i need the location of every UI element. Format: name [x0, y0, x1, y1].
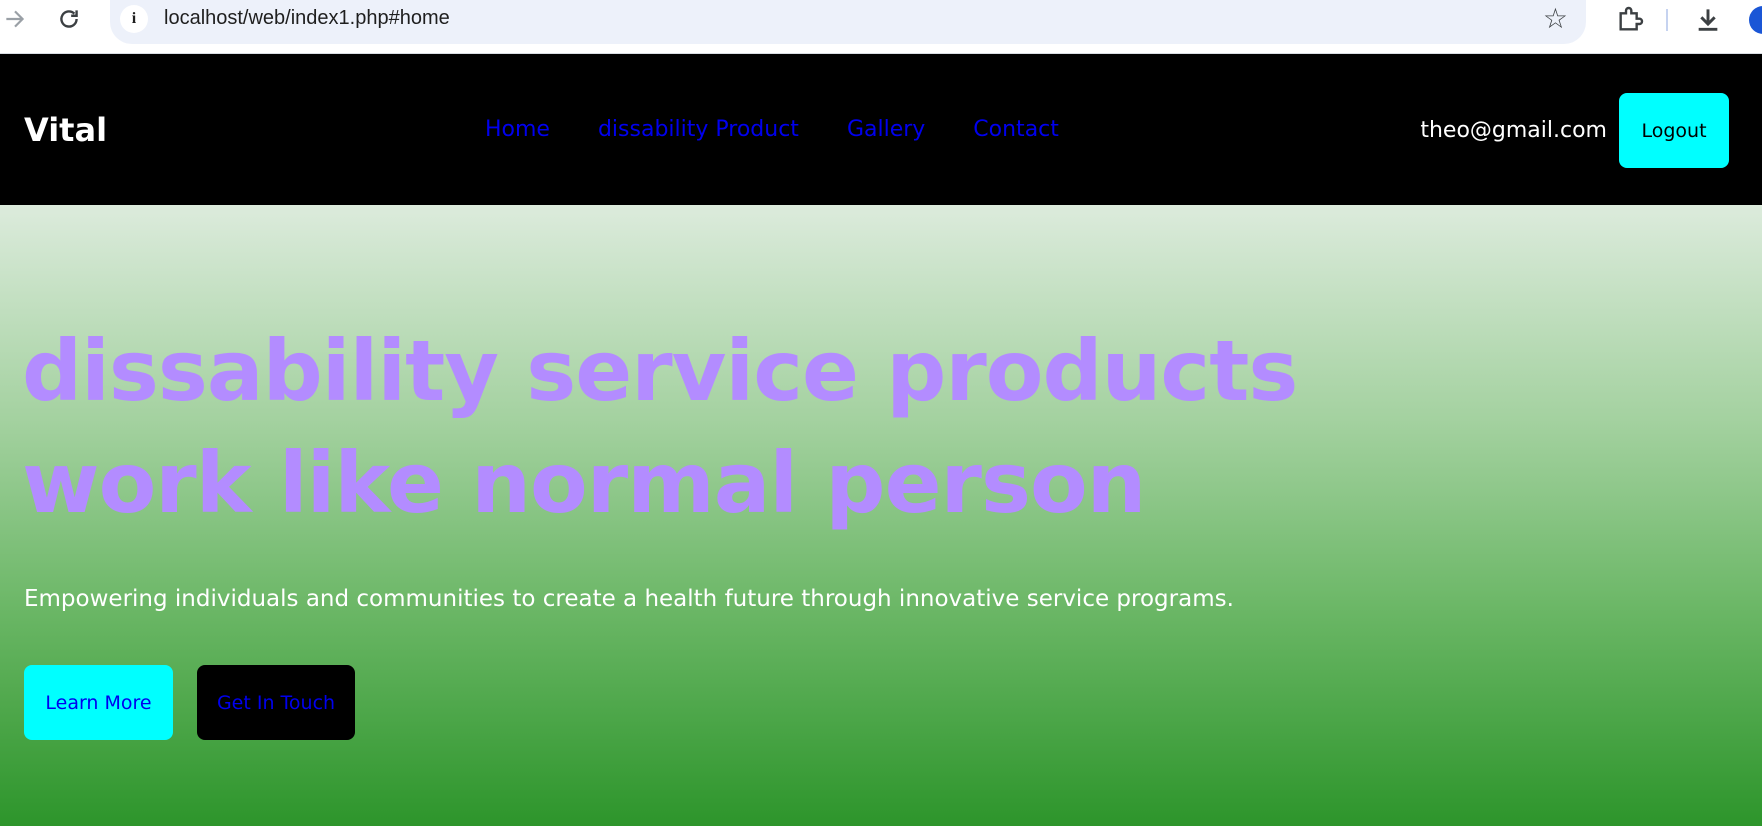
browser-toolbar: i localhost/web/index1.php#home ☆ [0, 0, 1762, 54]
user-email: theo@gmail.com [1420, 118, 1607, 143]
star-icon[interactable]: ☆ [1543, 3, 1568, 35]
url-text[interactable]: localhost/web/index1.php#home [164, 7, 450, 30]
nav-link-home[interactable]: Home [485, 117, 550, 142]
download-icon[interactable] [1692, 4, 1724, 36]
nav-link-contact[interactable]: Contact [973, 117, 1059, 142]
hero-title: dissability service products work like n… [22, 315, 1298, 539]
site-navbar: Vital Home dissability Product Gallery C… [0, 54, 1762, 205]
logout-button[interactable]: Logout [1619, 93, 1729, 168]
forward-icon[interactable] [2, 6, 28, 32]
get-in-touch-button[interactable]: Get In Touch [197, 665, 355, 740]
hero-title-line-1: dissability service products [22, 322, 1298, 420]
site-info-icon[interactable]: i [120, 5, 148, 33]
nav-link-gallery[interactable]: Gallery [847, 117, 925, 142]
address-bar[interactable]: i localhost/web/index1.php#home ☆ [110, 0, 1586, 44]
reload-icon[interactable] [56, 6, 82, 32]
main-nav: Home dissability Product Gallery Contact [485, 117, 1059, 142]
brand-logo[interactable]: Vital [24, 111, 107, 149]
learn-more-button[interactable]: Learn More [24, 665, 173, 740]
extensions-icon[interactable] [1614, 4, 1646, 36]
profile-icon[interactable] [1749, 6, 1762, 34]
hero-subtitle: Empowering individuals and communities t… [24, 586, 1234, 612]
hero-section: dissability service products work like n… [0, 205, 1762, 826]
toolbar-divider [1666, 9, 1668, 31]
hero-title-line-2: work like normal person [22, 434, 1146, 532]
nav-link-dissability-product[interactable]: dissability Product [598, 117, 799, 142]
